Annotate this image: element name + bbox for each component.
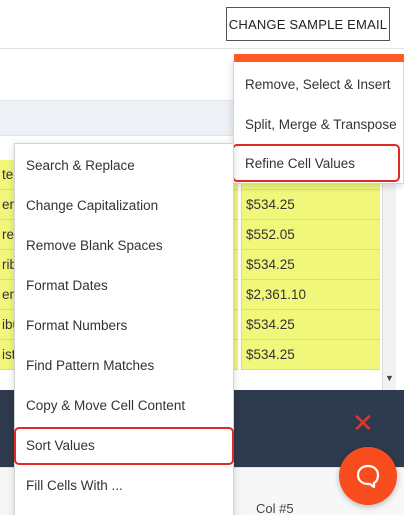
menu-accent-bar — [234, 54, 404, 62]
value-cell[interactable]: $552.05 — [241, 220, 380, 250]
chevron-down-icon[interactable]: ▼ — [385, 373, 394, 383]
value-cell[interactable]: $534.25 — [241, 250, 380, 280]
menu-item-format-dates[interactable]: Format Dates — [15, 265, 233, 305]
value-cell[interactable]: $534.25 — [241, 190, 380, 220]
value-cell[interactable]: $534.25 — [241, 340, 380, 370]
menu-item-remove-select-insert[interactable]: Remove, Select & Insert — [234, 64, 403, 104]
highlight-refine-cell-values — [232, 144, 400, 182]
menu-item-remove-blank-spaces[interactable]: Remove Blank Spaces — [15, 225, 233, 265]
highlight-sort-values — [14, 427, 234, 465]
menu-item-format-numbers[interactable]: Format Numbers — [15, 305, 233, 345]
value-cell[interactable]: $2,361.10 — [241, 280, 380, 310]
menu-item-search-replace[interactable]: Search & Replace — [15, 145, 233, 185]
menu-item-find-pattern-matches[interactable]: Find Pattern Matches — [15, 345, 233, 385]
menu-item-copy-move-cell-content[interactable]: Copy & Move Cell Content — [15, 385, 233, 425]
vertical-scrollbar[interactable] — [382, 160, 396, 390]
chat-button[interactable] — [339, 447, 397, 505]
column-header-col5: Col #5 — [256, 501, 294, 515]
menu-item-change-capitalization[interactable]: Change Capitalization — [15, 185, 233, 225]
menu-item-fill-cells-with[interactable]: Fill Cells With ... — [15, 465, 233, 505]
change-sample-email-button[interactable]: CHANGE SAMPLE EMAIL — [226, 7, 390, 41]
menu-item-split-merge-transpose[interactable]: Split, Merge & Transpose — [234, 104, 403, 144]
header-divider — [0, 48, 404, 49]
value-cell[interactable]: $534.25 — [241, 310, 380, 340]
close-icon[interactable]: ✕ — [352, 410, 374, 436]
chat-icon — [356, 464, 380, 489]
